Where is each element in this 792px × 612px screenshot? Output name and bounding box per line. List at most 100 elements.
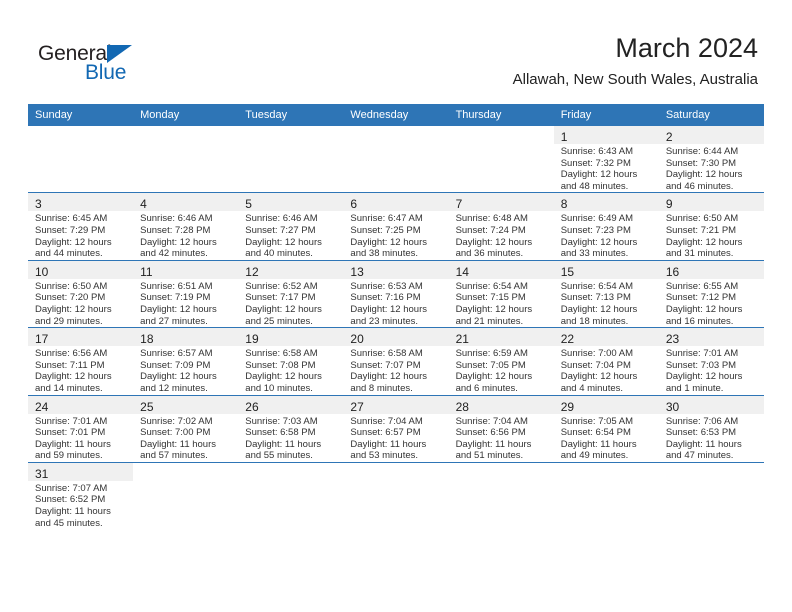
calendar-day-cell[interactable]: 26 Sunrise: 7:03 AM Sunset: 6:58 PM Dayligh… [238, 394, 344, 463]
day-number-band: 11 [133, 260, 239, 279]
daylight-text-line2: and 36 minutes. [455, 248, 524, 260]
day-number-band: 28 [448, 395, 554, 414]
calendar-day-cell[interactable]: 17 Sunrise: 6:56 AM Sunset: 7:11 PM Dayligh… [28, 327, 134, 395]
sunrise-text: Sunrise: 7:02 AM [140, 415, 213, 427]
calendar-day-cell[interactable] [133, 461, 239, 530]
day-number: 30 [665, 399, 680, 414]
calendar-day-cell[interactable]: 1 Sunrise: 6:43 AM Sunset: 7:32 PM Daylight… [553, 126, 659, 193]
calendar-day-cell[interactable]: 2 Sunrise: 6:44 AM Sunset: 7:30 PM Daylight… [658, 126, 764, 193]
daylight-text-line2: and 16 minutes. [665, 315, 734, 327]
sunset-text: Sunset: 7:09 PM [140, 359, 211, 371]
calendar-day-cell[interactable]: 23 Sunrise: 7:01 AM Sunset: 7:03 PM Dayligh… [658, 327, 764, 395]
calendar-day-cell[interactable] [449, 126, 554, 193]
day-number-band: 2 [658, 126, 764, 144]
calendar-day-cell[interactable]: 31 Sunrise: 7:07 AM Sunset: 6:52 PM Dayligh… [28, 461, 134, 530]
sunset-text: Sunset: 7:21 PM [665, 224, 737, 236]
calendar-day-cell[interactable]: 12 Sunrise: 6:52 AM Sunset: 7:17 PM Dayligh… [238, 259, 344, 328]
weekday-header-row: Sunday Monday Tuesday Wednesday Thursday… [28, 104, 764, 126]
day-details: Sunrise: 7:07 AM Sunset: 6:52 PM Daylight:… [28, 481, 133, 529]
sunset-text: Sunset: 7:00 PM [140, 427, 211, 439]
calendar-day-cell[interactable]: 22 Sunrise: 7:00 AM Sunset: 7:04 PM Dayligh… [553, 327, 659, 395]
calendar-day-cell[interactable] [553, 461, 659, 530]
calendar-day-cell[interactable]: 4 Sunrise: 6:46 AM Sunset: 7:28 PM Daylight… [133, 192, 239, 261]
calendar-day-cell[interactable]: 6 Sunrise: 6:47 AM Sunset: 7:25 PM Daylight… [343, 192, 449, 261]
calendar-day-cell[interactable] [448, 461, 554, 530]
calendar-day-cell[interactable]: 28 Sunrise: 7:04 AM Sunset: 6:56 PM Dayligh… [448, 394, 554, 463]
day-number-band: 26 [238, 395, 344, 414]
calendar-day-cell[interactable] [238, 461, 344, 530]
daylight-text-line2: and 27 minutes. [140, 315, 208, 327]
calendar-day-cell[interactable]: 10 Sunrise: 6:50 AM Sunset: 7:20 PM Dayligh… [28, 259, 134, 328]
calendar-day-cell[interactable] [343, 126, 448, 193]
calendar-day-empty [133, 126, 238, 192]
sunset-text: Sunset: 7:17 PM [245, 292, 316, 304]
day-number-band: 27 [343, 395, 449, 414]
calendar-day-cell[interactable]: 14 Sunrise: 6:54 AM Sunset: 7:15 PM Dayligh… [448, 259, 554, 328]
sunrise-text: Sunrise: 6:46 AM [140, 213, 213, 225]
sunrise-text: Sunrise: 7:05 AM [560, 415, 634, 427]
sunrise-text: Sunrise: 6:59 AM [455, 348, 528, 360]
daylight-text-line2: and 12 minutes. [140, 382, 208, 394]
calendar-day-cell[interactable] [28, 126, 133, 193]
calendar-day-cell[interactable] [133, 126, 238, 193]
calendar-day-cell[interactable]: 27 Sunrise: 7:04 AM Sunset: 6:57 PM Dayligh… [343, 394, 449, 463]
sunrise-text: Sunrise: 7:00 AM [560, 348, 634, 360]
day-details: Sunrise: 7:05 AM Sunset: 6:54 PM Daylight:… [554, 414, 659, 462]
day-number: 27 [350, 399, 364, 414]
calendar-day-cell[interactable]: 11 Sunrise: 6:51 AM Sunset: 7:19 PM Dayligh… [133, 259, 239, 328]
calendar-day-content: 5 Sunrise: 6:46 AM Sunset: 7:27 PM Daylight… [238, 193, 344, 259]
sunset-text: Sunset: 6:54 PM [560, 427, 631, 439]
day-number-band [449, 126, 554, 144]
calendar-day-cell[interactable]: 30 Sunrise: 7:06 AM Sunset: 6:53 PM Dayligh… [658, 394, 764, 463]
weekday-header-friday: Friday [553, 104, 659, 126]
calendar-day-cell[interactable]: 8 Sunrise: 6:49 AM Sunset: 7:23 PM Daylight… [553, 192, 659, 261]
day-details: Sunrise: 6:58 AM Sunset: 7:08 PM Daylight:… [238, 346, 343, 394]
calendar-day-cell[interactable] [238, 126, 343, 193]
calendar-day-cell[interactable]: 29 Sunrise: 7:05 AM Sunset: 6:54 PM Dayligh… [553, 394, 659, 463]
calendar-day-content: 12 Sunrise: 6:52 AM Sunset: 7:17 PM Dayligh… [238, 260, 344, 327]
day-number: 21 [455, 332, 469, 347]
daylight-text-line1: Daylight: 11 hours [35, 506, 111, 518]
day-number-band [133, 126, 238, 144]
calendar-day-cell[interactable] [343, 461, 449, 530]
calendar-day-empty [554, 463, 659, 529]
calendar-day-cell[interactable]: 15 Sunrise: 6:54 AM Sunset: 7:13 PM Dayligh… [553, 259, 659, 328]
calendar-day-cell[interactable]: 20 Sunrise: 6:58 AM Sunset: 7:07 PM Dayligh… [343, 327, 449, 395]
day-number-band: 9 [658, 193, 764, 212]
calendar-day-cell[interactable]: 3 Sunrise: 6:45 AM Sunset: 7:29 PM Daylight… [28, 192, 134, 261]
day-number: 2 [665, 130, 673, 144]
title-block: March 2024 Allawah, New South Wales, Aus… [513, 32, 758, 90]
sunrise-text: Sunrise: 7:07 AM [35, 482, 108, 494]
day-number-band: 5 [238, 193, 344, 212]
calendar-day-cell[interactable]: 21 Sunrise: 6:59 AM Sunset: 7:05 PM Dayligh… [448, 327, 554, 395]
calendar-day-content: 6 Sunrise: 6:47 AM Sunset: 7:25 PM Daylight… [343, 193, 449, 259]
daylight-text-line1: Daylight: 12 hours [455, 303, 533, 315]
sunrise-text: Sunrise: 7:01 AM [665, 348, 739, 360]
calendar-day-cell[interactable]: 18 Sunrise: 6:57 AM Sunset: 7:09 PM Dayligh… [133, 327, 239, 395]
sunset-text: Sunset: 7:28 PM [140, 224, 211, 236]
daylight-text-line1: Daylight: 12 hours [665, 236, 743, 248]
calendar-day-empty [133, 463, 238, 529]
calendar-day-empty [449, 126, 554, 192]
calendar-day-cell[interactable]: 7 Sunrise: 6:48 AM Sunset: 7:24 PM Daylight… [448, 192, 554, 261]
calendar-day-cell[interactable]: 19 Sunrise: 6:58 AM Sunset: 7:08 PM Dayligh… [238, 327, 344, 395]
sunset-text: Sunset: 7:27 PM [245, 224, 316, 236]
daylight-text-line2: and 53 minutes. [350, 450, 419, 462]
calendar-day-cell[interactable]: 16 Sunrise: 6:55 AM Sunset: 7:12 PM Dayligh… [658, 259, 764, 328]
calendar-day-cell[interactable]: 13 Sunrise: 6:53 AM Sunset: 7:16 PM Dayligh… [343, 259, 449, 328]
sunrise-text: Sunrise: 7:01 AM [35, 415, 108, 427]
calendar-day-cell[interactable]: 9 Sunrise: 6:50 AM Sunset: 7:21 PM Daylight… [658, 192, 764, 261]
day-number-band [554, 463, 659, 481]
daylight-text-line2: and 33 minutes. [560, 248, 629, 260]
calendar-day-cell[interactable]: 24 Sunrise: 7:01 AM Sunset: 7:01 PM Dayligh… [28, 394, 134, 463]
day-number-band: 20 [343, 328, 449, 347]
day-details: Sunrise: 6:53 AM Sunset: 7:16 PM Daylight:… [343, 279, 448, 327]
daylight-text-line2: and 47 minutes. [665, 450, 734, 462]
calendar-day-cell[interactable] [658, 461, 764, 530]
sunset-text: Sunset: 7:07 PM [350, 359, 421, 371]
sunrise-text: Sunrise: 6:45 AM [35, 213, 108, 225]
calendar-day-cell[interactable]: 25 Sunrise: 7:02 AM Sunset: 7:00 PM Dayligh… [133, 394, 239, 463]
day-number-band: 17 [28, 328, 134, 347]
calendar-day-cell[interactable]: 5 Sunrise: 6:46 AM Sunset: 7:27 PM Daylight… [238, 192, 344, 261]
sunrise-text: Sunrise: 6:50 AM [35, 280, 108, 292]
